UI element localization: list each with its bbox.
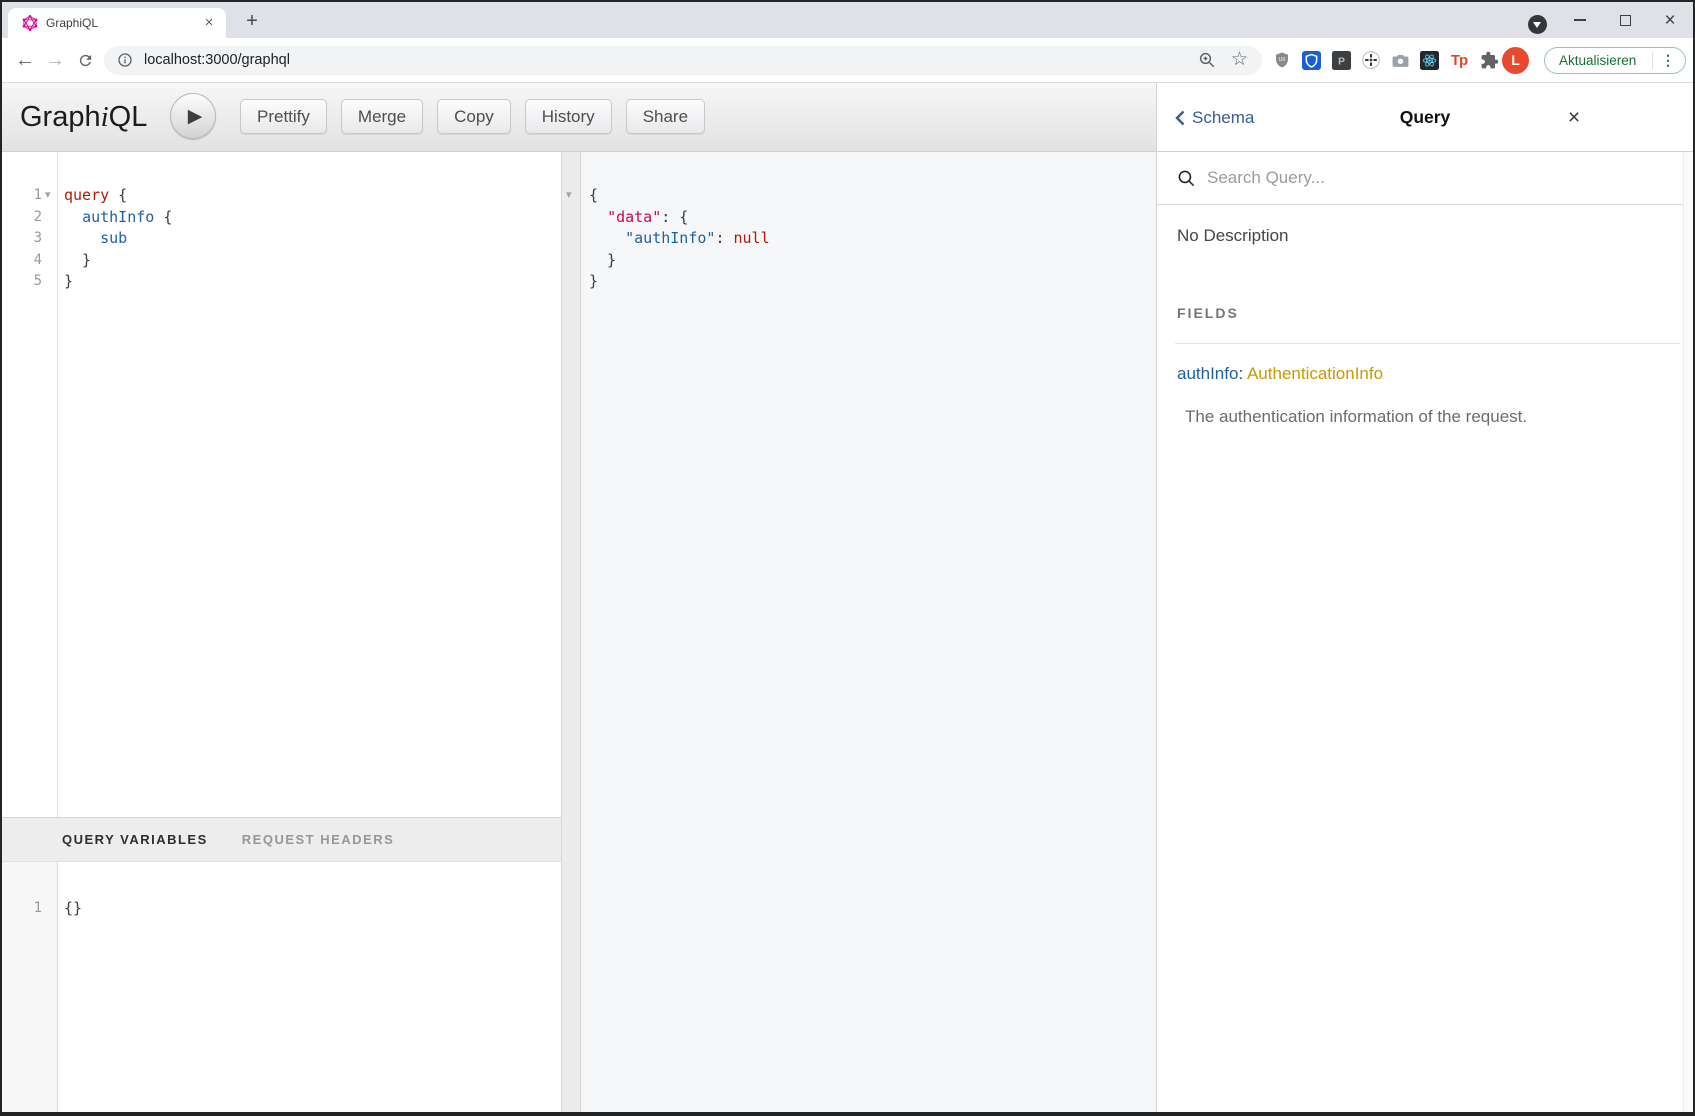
maximize-icon <box>1620 15 1631 26</box>
doc-close-button[interactable]: × <box>1559 83 1589 152</box>
field-type-link[interactable]: AuthenticationInfo <box>1247 364 1383 383</box>
doc-search-input[interactable] <box>1207 152 1647 204</box>
fold-open-icon[interactable]: ▾ <box>45 188 51 201</box>
history-button[interactable]: History <box>525 99 612 134</box>
share-button[interactable]: Share <box>626 99 705 134</box>
window-close-button[interactable]: × <box>1655 2 1685 38</box>
tab-query-variables[interactable]: QUERY VARIABLES <box>62 832 208 847</box>
merge-button[interactable]: Merge <box>341 99 423 134</box>
variables-editor[interactable]: 1 {} <box>2 862 561 1112</box>
zoom-page-icon[interactable] <box>1198 51 1216 74</box>
profile-avatar[interactable]: L <box>1502 47 1529 74</box>
line-numbers: 12345 <box>2 185 42 293</box>
browser-tab[interactable]: GraphiQL × <box>8 8 226 38</box>
execute-query-button[interactable]: ▶ <box>170 93 216 139</box>
reload-icon <box>77 52 94 69</box>
ublock-shield-icon[interactable]: U0 <box>1272 50 1292 70</box>
crosshair-icon[interactable] <box>1361 50 1381 70</box>
tampermonkey-tp-icon[interactable]: Tp <box>1449 50 1469 70</box>
chevron-down-icon <box>1533 22 1541 28</box>
back-button[interactable]: ← <box>10 45 40 75</box>
search-icon <box>1177 169 1196 188</box>
prettify-button[interactable]: Prettify <box>240 99 327 134</box>
graphiql-toolbar: GraphiQL ▶ Prettify Merge Copy History S… <box>2 83 1156 152</box>
tab-strip: GraphiQL × + × <box>2 2 1693 38</box>
doc-field-item: authInfo: AuthenticationInfo <box>1177 364 1383 384</box>
tab-close-icon[interactable]: × <box>200 8 218 38</box>
doc-search-row <box>1157 152 1693 205</box>
bookmark-star-icon[interactable]: ☆ <box>1231 50 1248 69</box>
result-viewer: { "data": { "authInfo": null }} <box>581 152 1156 1112</box>
svg-text:P: P <box>1338 56 1345 67</box>
forward-button[interactable]: → <box>40 45 70 75</box>
window-minimize-button[interactable] <box>1565 2 1595 38</box>
bitwarden-shield-icon[interactable] <box>1301 50 1321 70</box>
close-icon: × <box>1664 11 1675 30</box>
screen: GraphiQL × + × ← → localhost:3000/graphq… <box>0 0 1695 1116</box>
result-fold-gutter: ▾ <box>561 152 581 1112</box>
puzzle-extensions-icon[interactable] <box>1479 50 1499 70</box>
doc-scrollbar-track[interactable] <box>1683 152 1693 1112</box>
variables-code[interactable]: {} <box>64 898 82 920</box>
query-editor[interactable]: 12345 ▾ query { authInfo { sub }} <box>2 152 561 817</box>
doc-explorer-titlebar: Schema Query × <box>1157 83 1693 152</box>
update-button-label: Aktualisieren <box>1559 48 1636 73</box>
graphiql-logo: GraphiQL <box>20 83 147 151</box>
divider <box>1175 343 1680 344</box>
react-devtools-icon[interactable] <box>1419 50 1439 70</box>
browser-toolbar: ← → localhost:3000/graphql ☆ U0 <box>2 38 1693 83</box>
doc-category-title: FIELDS <box>1177 305 1239 321</box>
graphql-favicon-icon <box>22 15 38 31</box>
kebab-menu-icon[interactable]: ⋮ <box>1661 48 1675 73</box>
line-numbers: 1 <box>2 898 42 920</box>
field-name-link[interactable]: authInfo <box>1177 364 1238 383</box>
query-code[interactable]: query { authInfo { sub }} <box>64 185 172 293</box>
camera-icon[interactable] <box>1390 50 1410 70</box>
field-description: The authentication information of the re… <box>1185 407 1527 427</box>
doc-title: Query <box>1157 83 1693 152</box>
p-letter-icon[interactable]: P <box>1331 50 1351 70</box>
secondary-editor-tabbar: QUERY VARIABLES REQUEST HEADERS <box>2 817 561 862</box>
play-icon: ▶ <box>188 105 203 128</box>
window-maximize-button[interactable] <box>1610 2 1640 38</box>
address-bar[interactable]: localhost:3000/graphql ☆ <box>104 46 1262 75</box>
field-separator: : <box>1238 364 1247 383</box>
fold-open-icon[interactable]: ▾ <box>566 188 572 201</box>
result-json: { "data": { "authInfo": null }} <box>589 185 770 293</box>
browser-window: GraphiQL × + × ← → localhost:3000/graphq… <box>2 2 1693 1112</box>
reload-button[interactable] <box>70 45 100 75</box>
type-description: No Description <box>1177 226 1289 246</box>
variables-editor-gutter: 1 <box>2 862 58 1112</box>
svg-text:U0: U0 <box>1279 57 1286 63</box>
browser-update-button[interactable]: Aktualisieren ⋮ <box>1544 47 1686 74</box>
site-info-icon[interactable] <box>117 52 133 73</box>
new-tab-button[interactable]: + <box>238 8 266 36</box>
divider <box>1652 52 1653 69</box>
url-text[interactable]: localhost:3000/graphql <box>144 46 290 75</box>
copy-button[interactable]: Copy <box>437 99 511 134</box>
doc-explorer: Schema Query × No Description FIELDS aut… <box>1156 83 1693 1112</box>
minimize-icon <box>1574 19 1586 21</box>
tab-search-button[interactable] <box>1528 15 1547 34</box>
tab-title: GraphiQL <box>46 8 98 38</box>
graphiql-button-row: Prettify Merge Copy History Share <box>240 99 705 134</box>
query-editor-gutter: 12345 ▾ <box>2 152 58 817</box>
tab-request-headers[interactable]: REQUEST HEADERS <box>242 832 395 847</box>
